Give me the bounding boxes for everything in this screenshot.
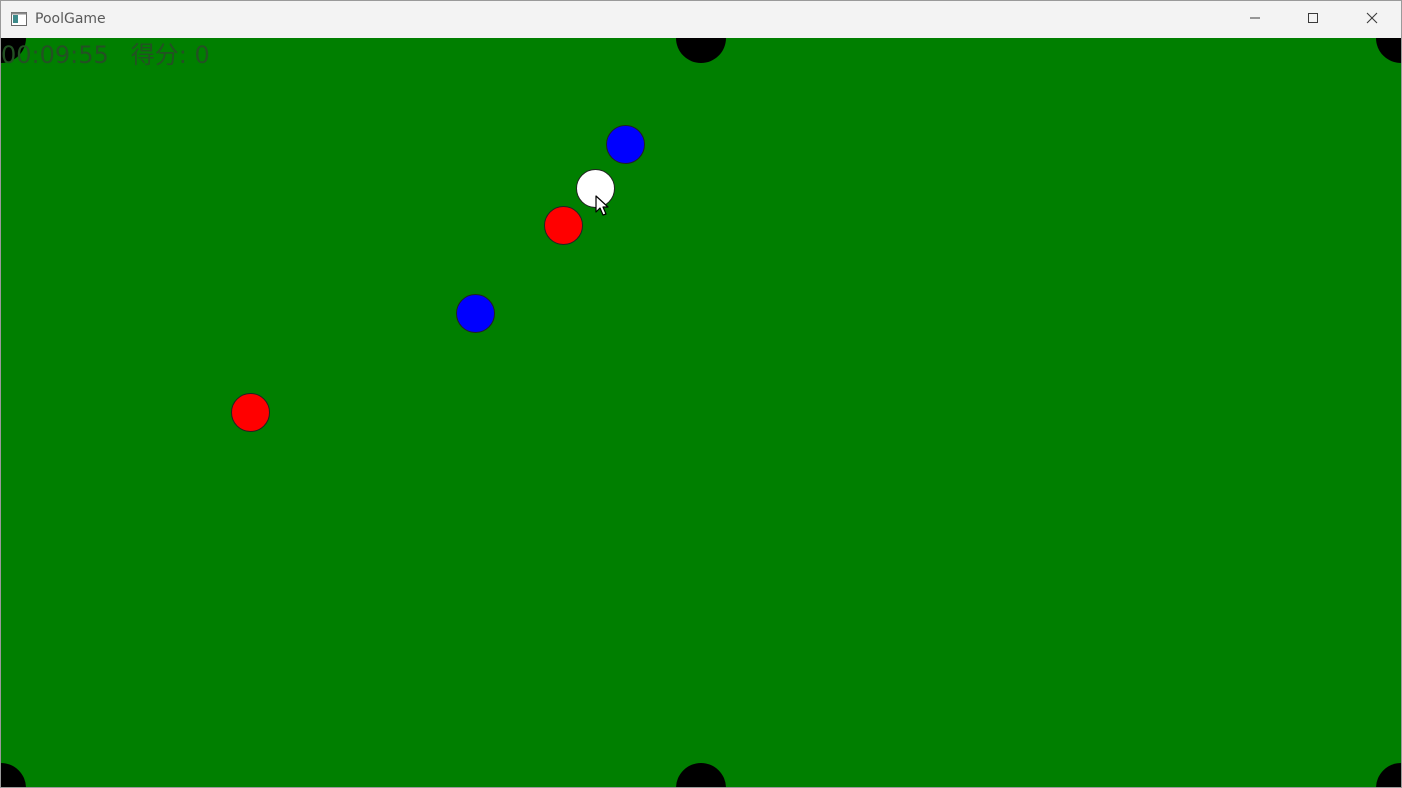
- hud: 00:09:55 得分: 0: [1, 38, 210, 72]
- close-icon: [1366, 11, 1378, 29]
- timer: 00:09:55: [1, 41, 109, 69]
- pocket-top-middle: [676, 38, 726, 63]
- pocket-bottom-right: [1376, 763, 1401, 787]
- red-ball: [544, 206, 583, 245]
- pocket-bottom-middle: [676, 763, 726, 787]
- blue-ball: [456, 294, 495, 333]
- score: 得分: 0: [130, 41, 210, 69]
- pool-table[interactable]: 00:09:55 得分: 0: [1, 38, 1401, 787]
- minimize-icon: [1249, 11, 1261, 29]
- mouse-pointer-icon: [595, 195, 609, 222]
- title-bar[interactable]: PoolGame: [1, 0, 1401, 38]
- pocket-bottom-left: [1, 763, 26, 787]
- app-window-icon: [11, 12, 27, 26]
- maximize-button[interactable]: [1284, 1, 1342, 38]
- pocket-top-right: [1376, 38, 1401, 63]
- red-ball: [231, 393, 270, 432]
- close-button[interactable]: [1343, 1, 1401, 38]
- minimize-button[interactable]: [1226, 1, 1284, 38]
- blue-ball: [606, 125, 645, 164]
- app-window: PoolGame 00:09:55 得分: 0: [0, 0, 1402, 788]
- maximize-icon: [1307, 11, 1319, 29]
- window-title: PoolGame: [35, 11, 106, 27]
